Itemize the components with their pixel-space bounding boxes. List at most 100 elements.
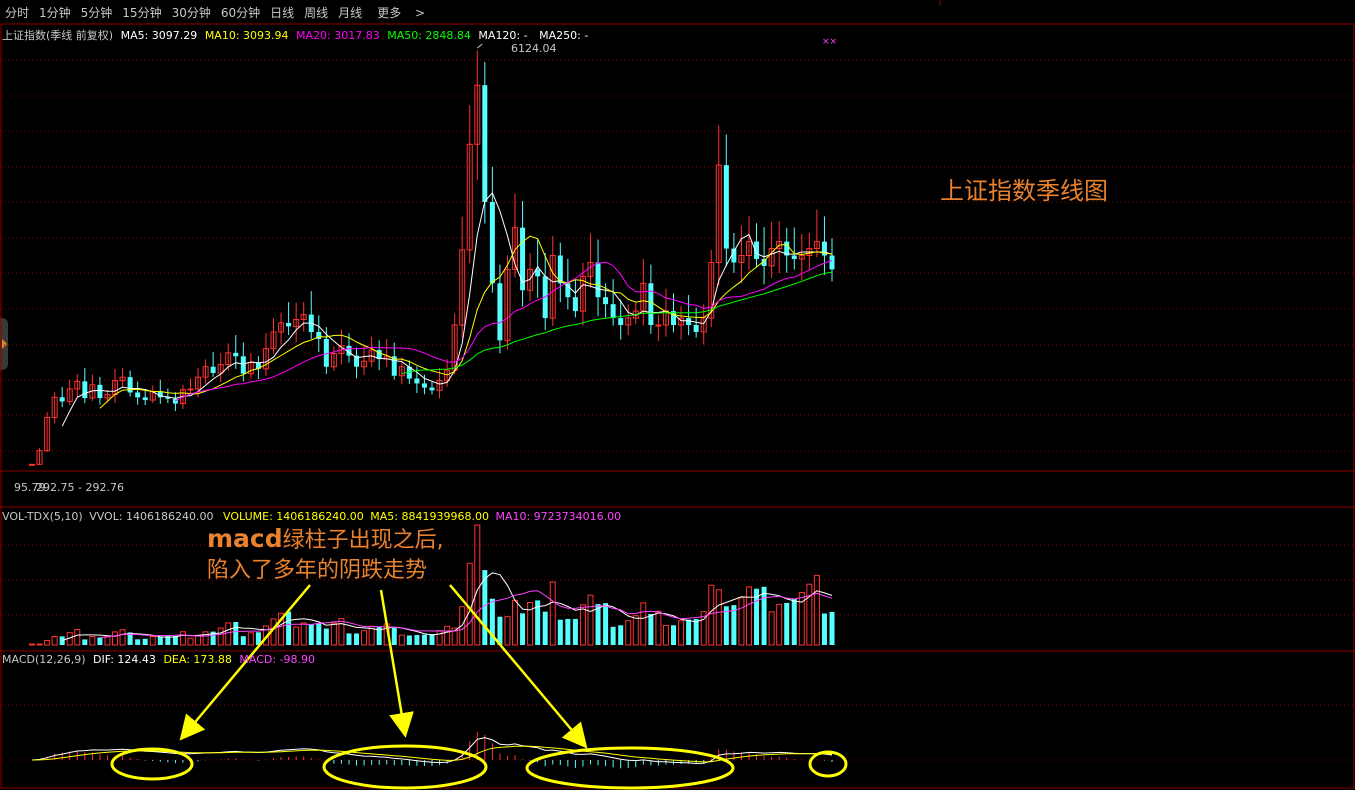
volume-bar-up (149, 636, 156, 646)
vol-ma10-label: MA10: 9723734016.00 (495, 510, 622, 523)
volume-bar-down (595, 604, 601, 645)
volume-bar-up (504, 616, 511, 646)
volume-bar-up (813, 574, 820, 646)
volume-bar-up (36, 643, 43, 646)
volume-bar-up (806, 583, 813, 646)
vol-ma5-label: MA5: 8841939968.00 (370, 510, 489, 523)
volume-bar-up (293, 626, 300, 646)
candle-body-down (135, 392, 141, 398)
volume-bar-down (82, 639, 88, 645)
volume-bar-up (89, 636, 96, 646)
ma250-label: MA250: - (539, 29, 589, 42)
candle-body-up (655, 324, 662, 327)
volume-bar-up (202, 631, 209, 646)
volume-bar-down (648, 614, 654, 645)
candle-body-down (482, 85, 488, 202)
range-label: 292.75 - 292.76 (36, 481, 124, 494)
volume-bar-up (738, 597, 745, 646)
candle-body-down (723, 165, 729, 249)
volume-bar-up (466, 562, 473, 646)
volume-bar-up (745, 586, 752, 646)
highlight-ellipse (322, 744, 488, 790)
candle-body-up (187, 388, 194, 391)
volume-bar-down (233, 622, 239, 645)
volume-bar-down (761, 586, 767, 645)
candle-body-down (618, 318, 624, 326)
chart-frame (0, 23, 1355, 789)
volume-bar-up (444, 625, 451, 646)
high-marker-line (476, 43, 483, 49)
volume-bar-up (179, 631, 186, 646)
chart-grid (0, 0, 1355, 789)
volume-bar-up (225, 622, 232, 646)
candle-body-down (497, 283, 503, 341)
volume-bar-up (662, 624, 669, 646)
volume-bar-up (300, 622, 307, 646)
volume-bar-down (618, 625, 624, 645)
main-legend: 上证指数(季线 前复权) MA5: 3097.29 MA10: 3093.94 … (2, 27, 588, 43)
volume-bar-down (316, 623, 322, 645)
volume-bar-up (715, 589, 722, 646)
candle-body-down (610, 304, 616, 319)
volume-bar-up (632, 615, 639, 646)
volume-bar-up (398, 634, 405, 646)
ma10-label: MA10: 3093.94 (204, 29, 289, 42)
kline-chart[interactable]: 6124.04 292.75 - 292.76 95.79 ×× (0, 0, 1355, 790)
volume-bar-up (512, 599, 519, 646)
volume-bar-up (217, 627, 224, 646)
price-candles (29, 50, 835, 466)
volume-bar-up (587, 594, 594, 646)
volume-bar-down (557, 619, 563, 645)
annotation-line-1-text: 绿柱子出现之后, (282, 528, 444, 553)
candle-body-down (210, 366, 216, 373)
highlight-ellipse (808, 750, 848, 778)
candle-body-down (489, 201, 495, 284)
low-price-label: 95.79 (14, 481, 46, 494)
volume-bar-down (671, 625, 677, 645)
highlight-ellipse (110, 747, 194, 781)
macd-title: MACD(12,26,9) (2, 653, 86, 666)
candle-body-down (97, 384, 103, 399)
ma5-label: MA5: 3097.29 (120, 29, 198, 42)
volume-bar-down (286, 611, 292, 645)
macd-value-label: MACD: -98.90 (239, 653, 316, 666)
volume-bar-down (572, 618, 578, 645)
candle-body-down (414, 378, 420, 384)
candle-body-down (791, 255, 797, 259)
volume-bar-up (44, 639, 51, 646)
candle-body-down (572, 297, 578, 312)
volume-bar-down (421, 634, 427, 645)
volume-bar-up (776, 603, 783, 646)
volume-bar-up (579, 604, 586, 646)
candle-body-down (429, 387, 435, 391)
volume-bar-up (361, 630, 368, 646)
volume-bar-down (157, 636, 163, 645)
candle-body-down (323, 338, 329, 367)
vvol-label: VVOL: 1406186240.00 (89, 510, 214, 523)
volume-bar-down (135, 639, 141, 645)
candle-body-down (829, 255, 835, 270)
volume-bar-down (784, 602, 790, 645)
volume-bar-down (59, 636, 65, 645)
volume-bar-down (346, 633, 352, 645)
candle-body-down (240, 356, 246, 374)
volume-bar-up (74, 629, 81, 646)
high-price-label: 6124.04 (511, 42, 557, 55)
volume-bar-up (768, 611, 775, 646)
ma20-label: MA20: 3017.83 (296, 29, 380, 42)
macd-legend: MACD(12,26,9) DIF: 124.43 DEA: 173.88 MA… (2, 653, 315, 666)
chart-title-annotation: 上证指数季线图 (940, 177, 1108, 205)
ma50-label: MA50: 2848.84 (387, 29, 471, 42)
candle-body-down (142, 397, 148, 401)
annotation-arrow (449, 584, 588, 749)
volume-bar-down (520, 613, 526, 645)
volume-bar-up (678, 620, 685, 646)
volume-bar-up (474, 524, 481, 646)
candle-body-down (82, 381, 88, 399)
volume-bar-up (187, 637, 194, 646)
volume-bar-down (791, 598, 797, 645)
volume-bar-down (323, 628, 329, 645)
volume-bar-down (723, 606, 729, 645)
volume-bar-up (640, 602, 647, 646)
dif-label: DIF: 124.43 (93, 653, 156, 666)
